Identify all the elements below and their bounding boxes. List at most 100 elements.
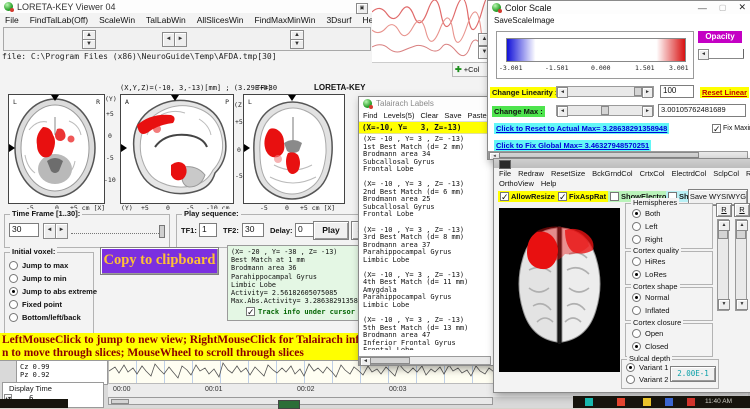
radio-fixed-point[interactable]: Fixed point (9, 300, 62, 309)
allowresize-checkbox[interactable]: ✓ AllowResize (498, 191, 557, 202)
radio-variant2[interactable]: Variant 2 (626, 375, 668, 384)
linearity-thumb[interactable] (634, 87, 642, 96)
menu-findmaxminwin[interactable]: FindMaxMinWin (255, 15, 316, 25)
radio-normal[interactable]: Normal (632, 293, 669, 302)
menu-save[interactable]: Save (444, 111, 461, 120)
coronal-slice-panel[interactable]: L (243, 94, 345, 204)
menu-file[interactable]: File (5, 15, 19, 25)
rotation-vscrollbar-1[interactable]: ▲ ▼ (717, 219, 730, 311)
copy-to-clipboard-button[interactable]: Copy to clipboard (100, 247, 219, 275)
time-frame-input[interactable]: 30 (9, 223, 39, 237)
radio-closed[interactable]: Closed (632, 342, 668, 351)
menu-sclpcol[interactable]: SclpCol (713, 169, 739, 178)
menu-file[interactable]: File (499, 169, 511, 178)
tf1-input[interactable]: 1 (199, 223, 217, 237)
max-thumb[interactable] (601, 106, 609, 115)
menu-savescaleimage[interactable]: SaveScaleImage (494, 16, 554, 25)
color-scale-titlebar[interactable]: Color Scale — ▢ ✕ (488, 1, 750, 14)
menu-3dsurf[interactable]: 3Dsurf (326, 15, 351, 25)
play-button[interactable]: Play (313, 221, 349, 240)
menu-orthoview[interactable]: OrthoView (499, 179, 534, 188)
time-frame-next[interactable]: ► (55, 223, 68, 239)
radio-left[interactable]: Left (632, 222, 658, 231)
surf3d-titlebar[interactable] (494, 159, 750, 169)
talairach-hscrollbar-thumb[interactable] (370, 357, 410, 364)
brain-3d-view[interactable] (499, 208, 620, 372)
linearity-scrollbar[interactable]: ◄ ► (556, 86, 654, 98)
menu-resetview[interactable]: ResetView (746, 169, 750, 178)
radio-jump-to-max[interactable]: Jump to max (9, 261, 68, 270)
radio-inflated[interactable]: Inflated (632, 306, 670, 315)
rotate-reset-button-2[interactable]: R (734, 203, 750, 217)
fixasprat-checkbox[interactable]: ✓ FixAspRat (556, 191, 609, 202)
time-frame-slider[interactable] (71, 225, 165, 238)
fix-maximum-checkbox[interactable]: ✓ Fix Maximum (712, 124, 750, 134)
vscroll2-down[interactable]: ▼ (736, 299, 748, 310)
linearity-value[interactable]: 100 (660, 85, 694, 98)
menu-find[interactable]: Find (363, 111, 378, 120)
radio-right[interactable]: Right (632, 235, 663, 244)
fix-global-max-link[interactable]: Click to Fix Global Max= 3.4632794857025… (494, 140, 652, 151)
menu-bckgrndcol[interactable]: BckGrndCol (592, 169, 632, 178)
scale-tick: 1.501 (635, 64, 655, 72)
max-scroll-right[interactable]: ► (642, 106, 653, 117)
taskbar-icon[interactable] (617, 398, 625, 406)
radio-variant1[interactable]: Variant 1 (626, 363, 668, 372)
eeg-hscrollbar-thumb[interactable] (111, 399, 129, 404)
reset-linear-link[interactable]: Reset Linear (700, 87, 750, 98)
taskbar-icon[interactable] (643, 398, 651, 406)
close-icon[interactable]: ✕ (738, 2, 746, 13)
vscroll1-thumb[interactable] (718, 230, 728, 239)
taskbar-left-block[interactable] (0, 399, 68, 408)
taskbar-icon[interactable] (585, 398, 593, 406)
radio-jump-to-abs-extreme[interactable]: Jump to abs extreme (9, 287, 97, 296)
menu-help[interactable]: Help (541, 179, 556, 188)
rotation-vscrollbar-2[interactable]: ▲ ▼ (735, 219, 748, 311)
opacity-slider-thumb[interactable]: ◄ (698, 49, 709, 60)
eeg-hscrollbar[interactable] (108, 397, 493, 405)
radio-hires[interactable]: HiRes (632, 257, 665, 266)
max-scrollbar[interactable]: ◄ ► (556, 105, 654, 117)
menu-tallabwin[interactable]: TalLabWin (146, 15, 186, 25)
arrow-right[interactable]: ► (174, 32, 187, 47)
vscroll2-thumb[interactable] (736, 230, 746, 239)
menu-resetsize[interactable]: ResetSize (551, 169, 585, 178)
menu-clear[interactable]: Clear (420, 111, 438, 120)
taskbar-icon[interactable] (665, 398, 673, 406)
time-frame-slider-thumb[interactable] (159, 225, 165, 238)
menu-levels[interactable]: Levels(5) (384, 111, 415, 120)
menu-redraw[interactable]: Redraw (518, 169, 544, 178)
talairach-hscrollbar[interactable]: ◄ (359, 356, 491, 366)
menu-findtallab[interactable]: FindTalLab(Off) (30, 15, 88, 25)
track-info-checkbox[interactable]: ✓ Track info under cursor (246, 307, 355, 317)
menu-scalewin[interactable]: ScaleWin (99, 15, 135, 25)
reset-actual-max-link[interactable]: Click to Reset to Actual Max= 3.28638291… (494, 123, 670, 134)
tf2-input[interactable]: 30 (242, 223, 264, 237)
vscroll1-down[interactable]: ▼ (718, 299, 730, 310)
radio-lores[interactable]: LoRes (632, 270, 667, 279)
axial-slice-panel[interactable]: L R (8, 94, 105, 204)
maximize-icon[interactable]: ▢ (719, 3, 727, 12)
talairach-titlebar[interactable]: Talairach Labels (359, 97, 493, 110)
opacity-slider[interactable]: ◄ (698, 49, 744, 60)
scale-tick: -1.501 (545, 64, 569, 72)
max-scroll-left[interactable]: ◄ (557, 106, 568, 117)
max-value[interactable]: 3.00105762481689 (658, 104, 746, 117)
radio-both[interactable]: Both (632, 209, 660, 218)
sulcal-depth-value-button[interactable]: 2.00E-1 (670, 366, 716, 382)
rotate-reset-button-1[interactable]: R (716, 203, 732, 217)
taskbar-icon[interactable] (687, 398, 695, 406)
radio-jump-to-min[interactable]: Jump to min (9, 274, 67, 283)
radio-bottom-left-back[interactable]: Bottom/left/back (9, 313, 81, 322)
sagittal-slice-panel[interactable]: A P (120, 94, 234, 204)
minimize-icon[interactable]: — (698, 3, 707, 13)
linearity-scroll-right[interactable]: ► (642, 87, 653, 98)
main-titlebar[interactable]: LORETA-KEY Viewer 04 (0, 0, 380, 13)
menu-crtxcol[interactable]: CrtxCol (640, 169, 665, 178)
linearity-scroll-left[interactable]: ◄ (557, 87, 568, 98)
menu-electrdcol[interactable]: ElectrdCol (672, 169, 707, 178)
menu-allsliceswin[interactable]: AllSlicesWin (197, 15, 244, 25)
spinner-down2[interactable]: ▼ (290, 39, 304, 49)
spinner-down[interactable]: ▼ (82, 39, 96, 49)
radio-open[interactable]: Open (632, 329, 663, 338)
